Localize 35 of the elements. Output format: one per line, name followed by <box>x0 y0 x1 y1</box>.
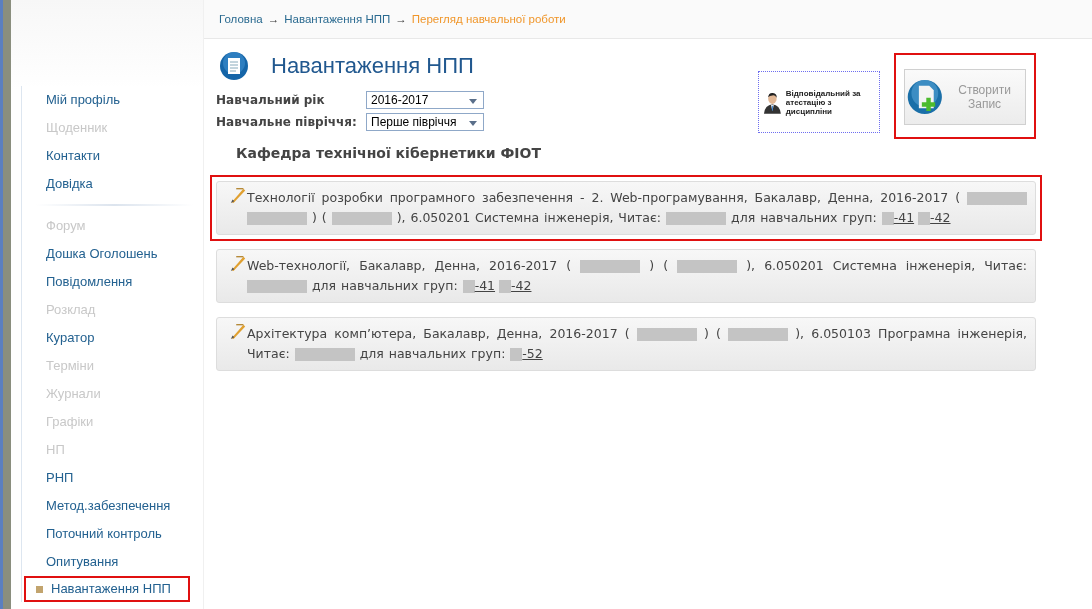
caret-icon <box>469 99 477 104</box>
sidebar-item[interactable]: Навантаження НПП <box>24 576 190 602</box>
document-icon <box>219 51 249 81</box>
record-text[interactable]: Web-технології, Бакалавр, Денна, 2016-2017 ( ) ( ), 6.050201 Системна інженерія, Читає: для навчальних груп: -41 -42 <box>247 256 1027 296</box>
group-link[interactable]: -41 <box>881 210 915 225</box>
filter-label: Навчальне півріччя: <box>216 115 358 129</box>
redacted-block <box>728 328 789 341</box>
filter-label: Навчальний рік <box>216 93 326 107</box>
pencil-icon <box>229 186 247 204</box>
breadcrumb-link[interactable]: Головна <box>219 13 263 25</box>
select-field[interactable]: 2016-2017 <box>366 91 484 109</box>
department-heading: Кафедра технічної кібернетики ФІОТ <box>236 145 543 161</box>
redacted-block <box>677 260 738 273</box>
page-title: Навантаження НПП <box>271 53 474 79</box>
breadcrumb-link[interactable]: Навантаження НПП <box>284 13 391 25</box>
redacted-block <box>294 348 355 361</box>
redacted-block <box>967 192 1027 205</box>
redacted-block <box>636 328 697 341</box>
redacted-block <box>666 212 727 225</box>
record-text[interactable]: Архітектура комп’ютера, Бакалавр, Денна, 2016-2017 ( ) ( ), 6.050103 Програмна інженерія, Читає: для навчальних груп: -52 <box>247 324 1027 364</box>
group-link[interactable]: -41 <box>462 278 496 293</box>
group-link[interactable]: -42 <box>918 210 951 225</box>
redacted-block <box>580 260 641 273</box>
group-link[interactable]: -42 <box>499 278 532 293</box>
breadcrumb-separator: → <box>395 13 407 25</box>
responsible-button[interactable]: Відповідальний за атестацію з дисципліни <box>758 71 880 133</box>
caret-icon <box>469 121 477 126</box>
redacted-block <box>247 212 307 225</box>
group-link[interactable]: -52 <box>510 346 543 361</box>
redacted-block <box>331 212 392 225</box>
redacted-block <box>247 280 307 293</box>
pencil-icon <box>229 254 247 272</box>
breadcrumb-separator: → <box>267 13 280 25</box>
select-field[interactable]: Перше півріччя <box>366 113 484 131</box>
pencil-icon <box>229 322 247 340</box>
